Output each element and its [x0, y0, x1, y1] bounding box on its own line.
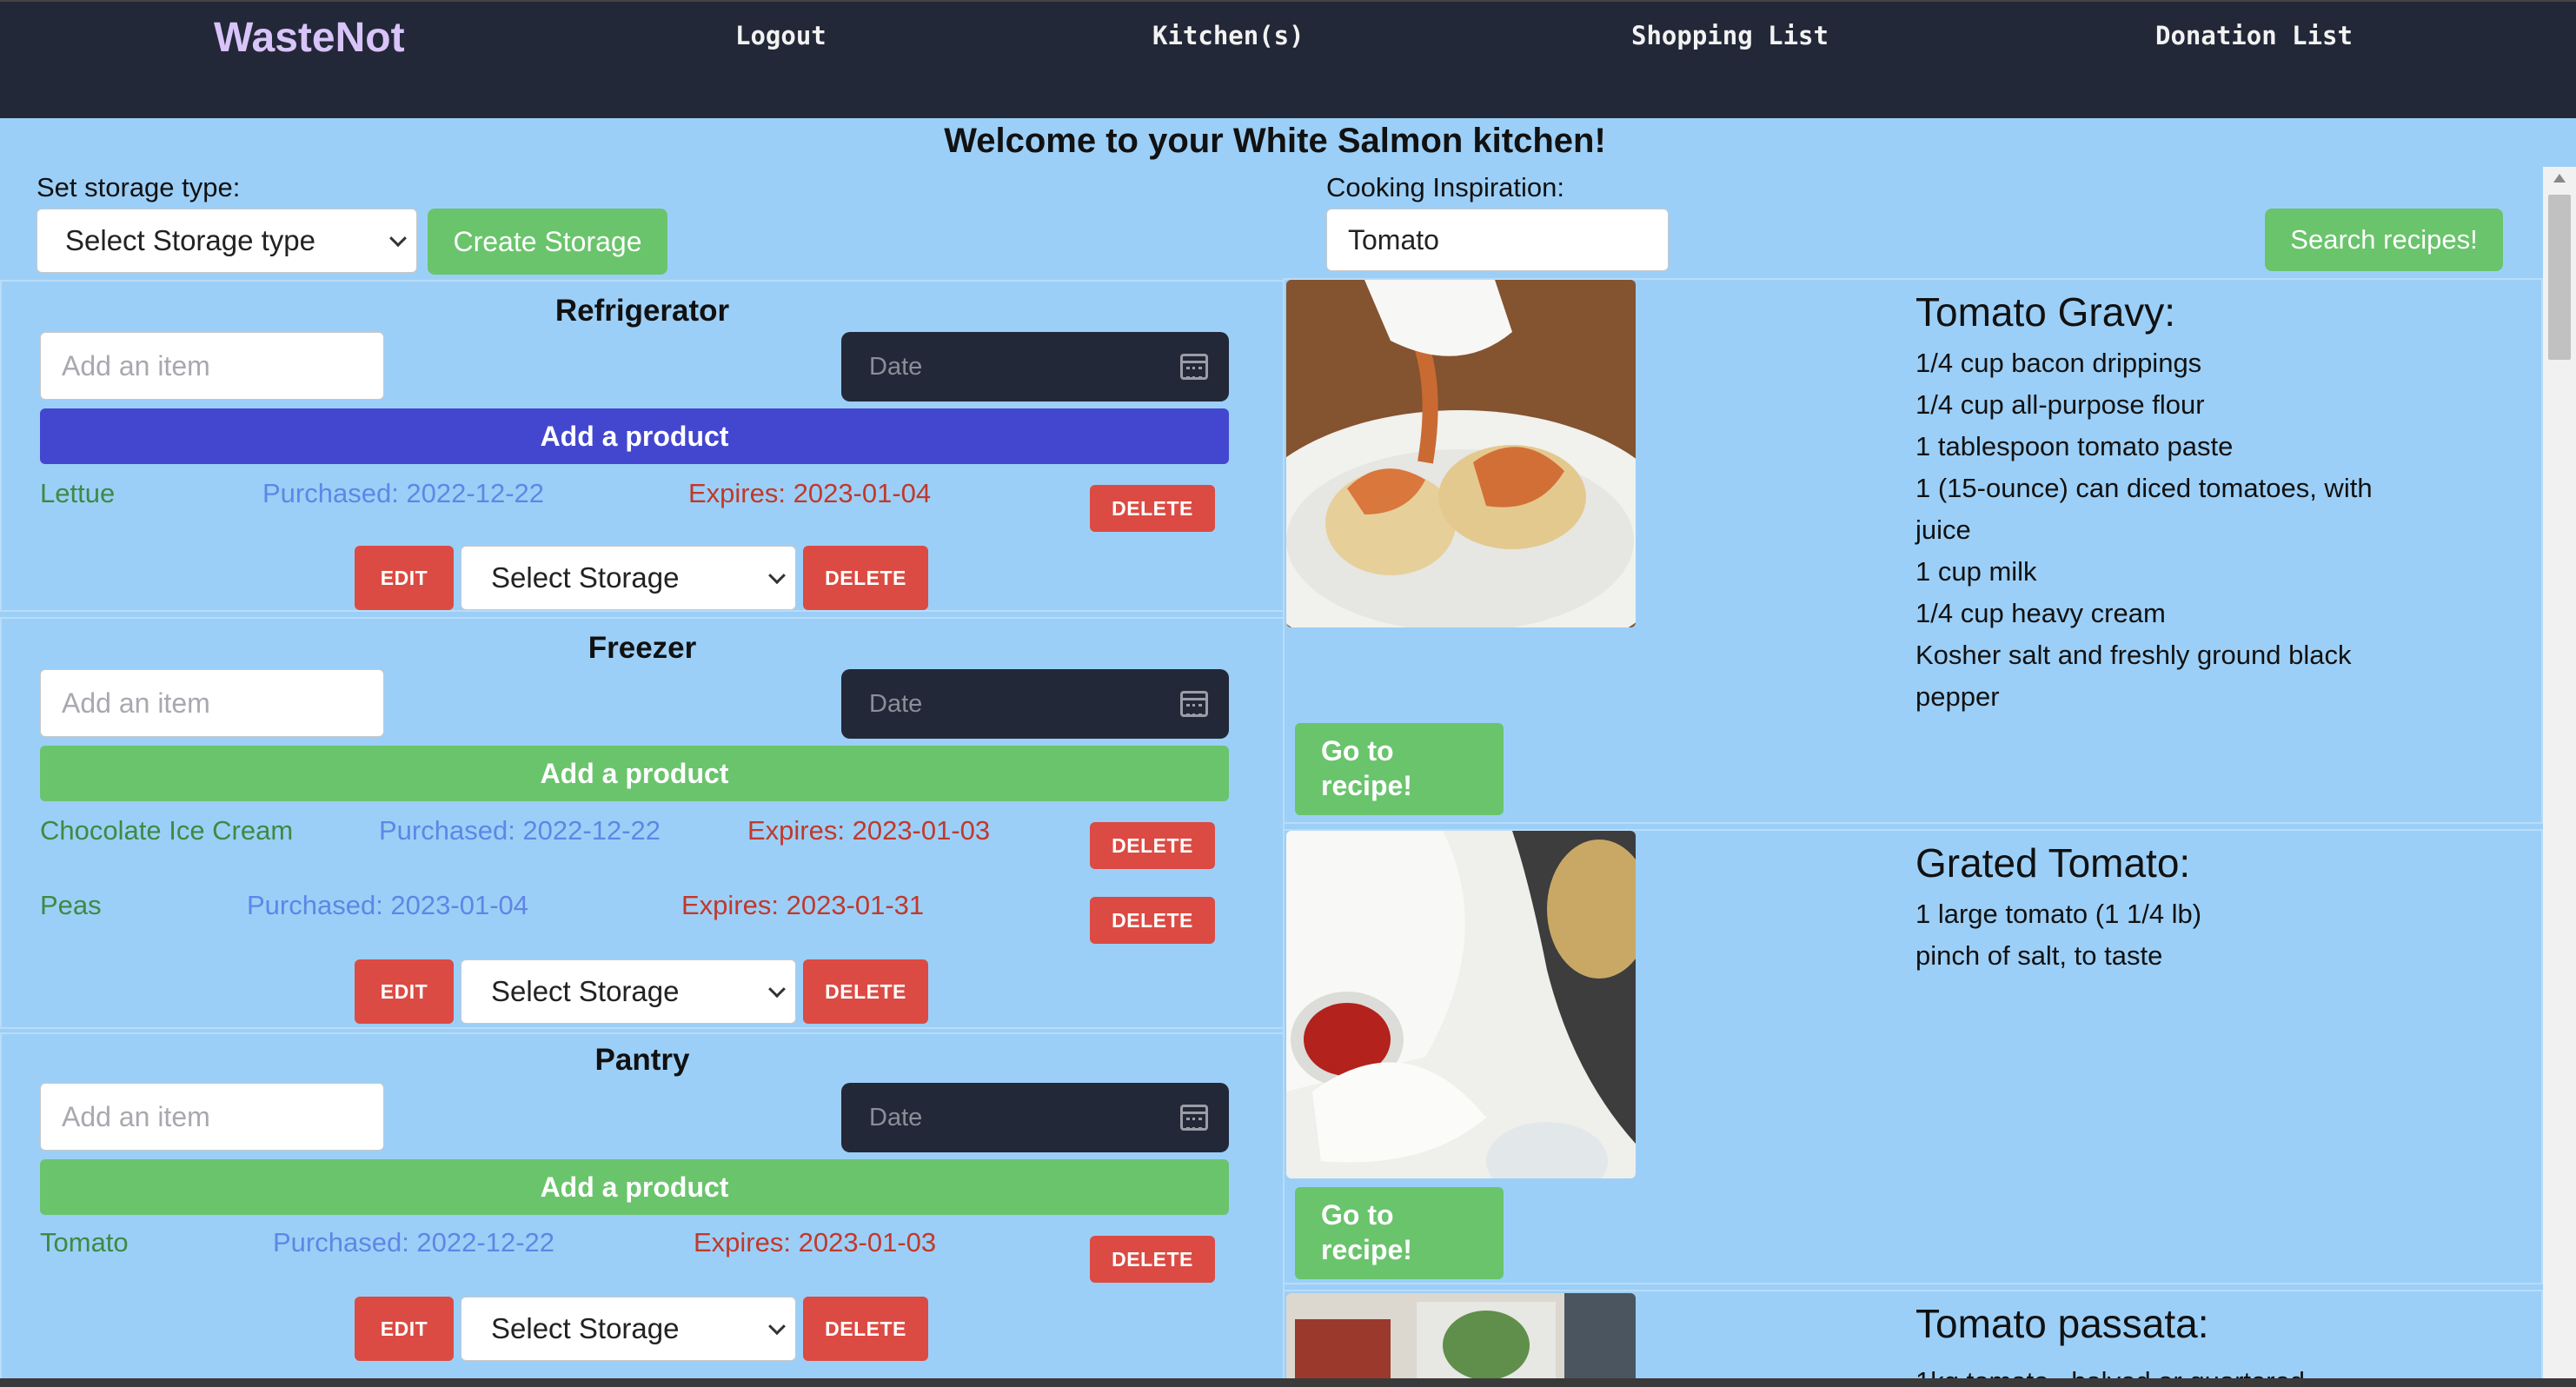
nav-kitchens-link[interactable]: Kitchen(s) — [1152, 21, 1305, 50]
item-expiry-date: Expires: 2023-01-03 — [747, 815, 991, 846]
item-purchased-date: Purchased: 2022-12-22 — [379, 815, 661, 846]
add-item-input[interactable]: Add an item — [40, 1083, 384, 1151]
ingredient-item: 1/4 cup heavy cream — [1915, 598, 2166, 628]
window-bottom-edge — [0, 1378, 2576, 1387]
ingredient-item: 1 (15-ounce) can diced tomatoes, with ju… — [1915, 473, 2373, 545]
recipe-title: Grated Tomato: — [1915, 840, 2191, 886]
go-to-recipe-button[interactable]: Go to recipe! — [1295, 723, 1504, 815]
date-input[interactable]: Date — [841, 669, 1229, 739]
item-name: Chocolate Ice Cream — [40, 815, 294, 846]
date-placeholder: Date — [869, 352, 923, 381]
select-storage-value: Select Storage — [491, 1312, 680, 1344]
nav-donation-list-link[interactable]: Donation List — [2155, 21, 2353, 50]
storage-panel-pantry: Pantry Add an item Date Add a product To… — [0, 1032, 1285, 1387]
recipe-card: Tomato Gravy: 1/4 cup bacon drippings 1/… — [1283, 278, 2543, 824]
nav-shopping-list-link[interactable]: Shopping List — [1631, 21, 1829, 50]
edit-storage-button[interactable]: EDIT — [355, 959, 454, 1024]
item-purchased-date: Purchased: 2022-12-22 — [262, 478, 545, 508]
select-storage-dropdown[interactable]: Select Storage — [461, 1297, 796, 1361]
date-placeholder: Date — [869, 1103, 923, 1132]
calendar-icon[interactable] — [1180, 1105, 1208, 1131]
storage-type-label: Set storage type: — [37, 172, 241, 202]
page-title: Welcome to your White Salmon kitchen! — [944, 122, 1606, 160]
add-item-input[interactable]: Add an item — [40, 669, 384, 737]
ingredient-item: 1 large tomato (1 1/4 lb) — [1915, 899, 2202, 929]
recipe-image-tomato-passata[interactable] — [1286, 1293, 1636, 1387]
calendar-icon[interactable] — [1180, 691, 1208, 717]
delete-item-button[interactable]: DELETE — [1090, 1236, 1215, 1283]
scrollbar-thumb[interactable] — [2548, 195, 2571, 360]
delete-storage-button[interactable]: DELETE — [803, 546, 928, 610]
delete-storage-button[interactable]: DELETE — [803, 1297, 928, 1361]
calendar-icon[interactable] — [1180, 354, 1208, 380]
add-product-button[interactable]: Add a product — [40, 408, 1229, 464]
chevron-down-icon — [389, 229, 407, 248]
item-expiry-date: Expires: 2023-01-04 — [688, 478, 932, 508]
ingredient-item: 1 cup milk — [1915, 556, 2037, 587]
chevron-down-icon — [768, 1317, 786, 1336]
storage-panel-freezer: Freezer Add an item Date Add a product C… — [0, 617, 1285, 1029]
select-storage-value: Select Storage — [491, 561, 680, 594]
date-input[interactable]: Date — [841, 1083, 1229, 1152]
select-storage-value: Select Storage — [491, 975, 680, 1007]
date-placeholder: Date — [869, 689, 923, 718]
recipe-image-tomato-gravy[interactable] — [1286, 280, 1636, 627]
ingredient-item: Kosher salt and freshly ground black pep… — [1915, 640, 2352, 712]
ingredient-list: 1 large tomato (1 1/4 lb) pinch of salt,… — [1915, 893, 2420, 977]
item-expiry-date: Expires: 2023-01-31 — [681, 890, 925, 920]
create-storage-button[interactable]: Create Storage — [428, 209, 667, 275]
ingredient-item: 1/4 cup bacon drippings — [1915, 348, 2202, 378]
ingredient-list: 1/4 cup bacon drippings 1/4 cup all-purp… — [1915, 342, 2420, 718]
top-navbar: WasteNot Logout Kitchen(s) Shopping List… — [0, 0, 2576, 118]
item-name: Peas — [40, 890, 102, 920]
ingredient-item: 1 tablespoon tomato paste — [1915, 431, 2234, 461]
delete-item-button[interactable]: DELETE — [1090, 822, 1215, 869]
edit-storage-button[interactable]: EDIT — [355, 546, 454, 610]
chevron-down-icon — [768, 567, 786, 585]
chevron-down-icon — [768, 980, 786, 999]
ingredient-item: 1/4 cup all-purpose flour — [1915, 389, 2205, 420]
storage-type-select-value: Select Storage type — [65, 224, 316, 256]
select-storage-dropdown[interactable]: Select Storage — [461, 546, 796, 610]
ingredient-item: pinch of salt, to taste — [1915, 940, 2163, 971]
item-purchased-date: Purchased: 2023-01-04 — [247, 890, 529, 920]
nav-logout-link[interactable]: Logout — [735, 21, 827, 50]
recipe-card: Grated Tomato: 1 large tomato (1 1/4 lb)… — [1283, 829, 2543, 1284]
page-scrollbar[interactable] — [2543, 167, 2576, 1387]
recipe-image-grated-tomato[interactable] — [1286, 831, 1636, 1178]
storage-panel-refrigerator: Refrigerator Add an item Date Add a prod… — [0, 280, 1285, 612]
panel-title: Refrigerator — [554, 294, 730, 328]
storage-type-select[interactable]: Select Storage type — [37, 209, 417, 273]
item-name: Lettue — [40, 478, 116, 508]
add-item-input[interactable]: Add an item — [40, 332, 384, 400]
search-recipes-button[interactable]: Search recipes! — [2265, 209, 2503, 271]
edit-storage-button[interactable]: EDIT — [355, 1297, 454, 1361]
recipe-card: Tomato passata: 1kg tomato , halved or q… — [1283, 1290, 2543, 1387]
delete-item-button[interactable]: DELETE — [1090, 485, 1215, 532]
delete-storage-button[interactable]: DELETE — [803, 959, 928, 1024]
panel-title: Freezer — [588, 631, 697, 665]
date-input[interactable]: Date — [841, 332, 1229, 402]
recipe-title: Tomato passata: — [1915, 1301, 2209, 1346]
cooking-inspiration-label: Cooking Inspiration: — [1326, 172, 1564, 202]
recipe-search-input[interactable]: Tomato — [1326, 209, 1669, 271]
recipe-title: Tomato Gravy: — [1915, 289, 2176, 335]
item-purchased-date: Purchased: 2022-12-22 — [273, 1227, 555, 1258]
delete-item-button[interactable]: DELETE — [1090, 897, 1215, 944]
item-name: Tomato — [40, 1227, 129, 1258]
add-product-button[interactable]: Add a product — [40, 746, 1229, 801]
brand-logo[interactable]: WasteNot — [214, 14, 405, 62]
select-storage-dropdown[interactable]: Select Storage — [461, 959, 796, 1024]
item-expiry-date: Expires: 2023-01-03 — [694, 1227, 937, 1258]
go-to-recipe-button[interactable]: Go to recipe! — [1295, 1187, 1504, 1279]
add-product-button[interactable]: Add a product — [40, 1159, 1229, 1215]
panel-title: Pantry — [594, 1043, 690, 1077]
scroll-up-arrow-icon[interactable] — [2553, 174, 2566, 182]
